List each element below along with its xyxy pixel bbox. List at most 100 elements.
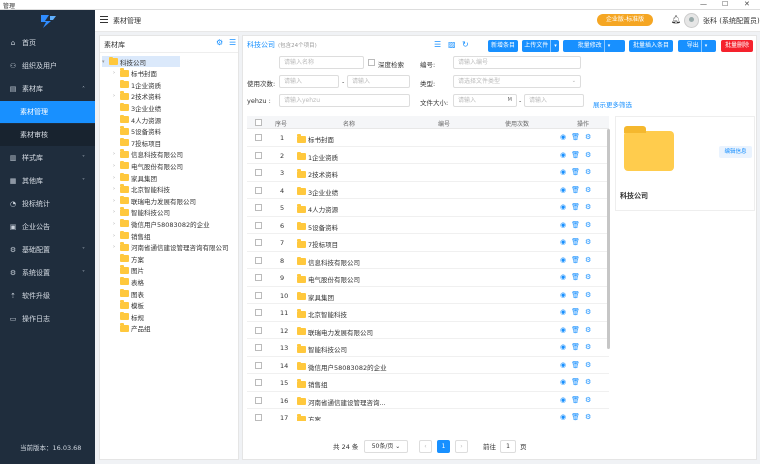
delete-icon[interactable]: 🗑︎ bbox=[571, 413, 580, 421]
table-row[interactable]: 5 4人力资源 ◉ 🗑︎ ⚙ bbox=[247, 199, 609, 217]
sidebar-item-8[interactable]: ▣ 企业公告 bbox=[0, 216, 95, 238]
view-icon[interactable]: ◉ bbox=[560, 396, 566, 404]
row-checkbox[interactable] bbox=[255, 344, 262, 351]
view-icon[interactable]: ◉ bbox=[560, 378, 566, 386]
usage-min-input[interactable]: 请输入 bbox=[279, 75, 339, 88]
row-name[interactable]: 标书封面 bbox=[297, 134, 334, 144]
list-view-icon[interactable]: ☰ bbox=[434, 40, 441, 49]
gear-icon[interactable]: ⚙ bbox=[216, 38, 223, 47]
maximize-icon[interactable]: ☐ bbox=[722, 0, 728, 8]
code-input[interactable]: 请输入编号 bbox=[453, 56, 581, 69]
sidebar-subitem-4[interactable]: 素材审核 bbox=[0, 124, 95, 146]
caret-right-icon[interactable]: › bbox=[113, 209, 120, 215]
settings-icon[interactable]: ⚙ bbox=[585, 168, 591, 176]
view-icon[interactable]: ◉ bbox=[560, 203, 566, 211]
delete-icon[interactable]: 🗑︎ bbox=[571, 238, 580, 246]
sidebar-item-0[interactable]: ⌂ 首页 bbox=[0, 32, 95, 54]
tree-node[interactable]: 产品组 bbox=[113, 323, 235, 334]
minimize-icon[interactable]: — bbox=[700, 0, 707, 8]
table-row[interactable]: 2 1企业资质 ◉ 🗑︎ ⚙ bbox=[247, 147, 609, 164]
caret-down-icon[interactable]: ▾ bbox=[550, 40, 557, 52]
caret-right-icon[interactable]: › bbox=[113, 93, 120, 99]
delete-icon[interactable]: 🗑︎ bbox=[571, 273, 580, 281]
caret-right-icon[interactable]: › bbox=[113, 175, 120, 181]
table-row[interactable]: 8 信息科技有限公司 ◉ 🗑︎ ⚙ bbox=[247, 252, 609, 269]
caret-right-icon[interactable]: › bbox=[113, 70, 120, 76]
settings-icon[interactable]: ⚙ bbox=[585, 256, 591, 264]
delete-icon[interactable]: 🗑︎ bbox=[571, 361, 580, 369]
row-checkbox[interactable] bbox=[255, 239, 262, 246]
tree-node[interactable]: 表格 bbox=[113, 276, 235, 287]
caret-right-icon[interactable]: › bbox=[113, 221, 120, 227]
tree-node[interactable]: 方案 bbox=[113, 253, 235, 264]
settings-icon[interactable]: ⚙ bbox=[585, 238, 591, 246]
settings-icon[interactable]: ⚙ bbox=[585, 343, 591, 351]
page-1-button[interactable]: 1 bbox=[437, 440, 450, 453]
row-checkbox[interactable] bbox=[255, 151, 262, 159]
settings-icon[interactable]: ⚙ bbox=[585, 396, 591, 404]
view-icon[interactable]: ◉ bbox=[560, 133, 566, 141]
sidebar-item-9[interactable]: ⚙ 基础配置 ˅ bbox=[0, 239, 95, 261]
tree-node[interactable]: 4人力资源 bbox=[113, 114, 235, 125]
row-name[interactable]: 河南省通信建设管理咨询... bbox=[297, 396, 386, 407]
refresh-icon[interactable]: ↻ bbox=[462, 40, 469, 49]
tree-node[interactable]: › 销售组 bbox=[113, 230, 235, 241]
row-name[interactable]: 方案 bbox=[297, 414, 321, 421]
toolbar-button-2[interactable]: 批量修改 ▾ bbox=[563, 40, 625, 52]
image-view-icon[interactable]: ▨ bbox=[448, 40, 456, 49]
table-row[interactable]: 10 家具集团 ◉ 🗑︎ ⚙ bbox=[247, 287, 609, 304]
row-checkbox[interactable] bbox=[255, 309, 262, 316]
caret-down-icon[interactable]: ▾ bbox=[700, 40, 707, 52]
delete-icon[interactable]: 🗑︎ bbox=[571, 186, 580, 194]
settings-icon[interactable]: ⚙ bbox=[585, 133, 591, 141]
settings-icon[interactable]: ⚙ bbox=[585, 151, 591, 159]
table-row[interactable]: 4 3企业业绩 ◉ 🗑︎ ⚙ bbox=[247, 182, 609, 199]
row-checkbox[interactable] bbox=[255, 134, 262, 141]
tree-node[interactable]: › 标书封面 bbox=[113, 68, 235, 79]
tree-node[interactable]: 7投标项目 bbox=[113, 137, 235, 148]
tree-node[interactable]: › 信息科技有限公司 bbox=[113, 149, 235, 160]
settings-icon[interactable]: ⚙ bbox=[585, 221, 591, 229]
settings-icon[interactable]: ⚙ bbox=[585, 326, 591, 334]
view-icon[interactable]: ◉ bbox=[560, 343, 566, 351]
file-type-select[interactable]: 请选择文件类型 ⌄ bbox=[453, 75, 581, 88]
sidebar-item-1[interactable]: ⚇ 组织及用户 bbox=[0, 55, 95, 77]
row-name[interactable]: 1企业资质 bbox=[297, 151, 338, 162]
sidebar-item-10[interactable]: ⚙ 系统设置 ˅ bbox=[0, 262, 95, 284]
tree-node[interactable]: 5设备资料 bbox=[113, 126, 235, 137]
caret-right-icon[interactable]: › bbox=[113, 198, 120, 204]
row-name[interactable]: 信息科技有限公司 bbox=[297, 256, 360, 267]
view-icon[interactable]: ◉ bbox=[560, 273, 566, 281]
sidebar-subitem-3[interactable]: 素材管理 bbox=[0, 101, 95, 123]
tree-node[interactable]: 图表 bbox=[113, 288, 235, 299]
row-name[interactable]: 家具集团 bbox=[297, 291, 334, 302]
settings-icon[interactable]: ⚙ bbox=[585, 378, 591, 386]
toolbar-button-0[interactable]: 新增条目 bbox=[488, 40, 518, 52]
table-scrollbar[interactable] bbox=[607, 129, 610, 349]
row-checkbox[interactable] bbox=[255, 361, 262, 369]
settings-icon[interactable]: ⚙ bbox=[585, 361, 591, 369]
row-checkbox[interactable] bbox=[255, 221, 262, 229]
row-name[interactable]: 联瑞电力发展有限公司 bbox=[297, 326, 373, 337]
delete-icon[interactable]: 🗑︎ bbox=[571, 343, 580, 351]
close-icon[interactable]: ✕ bbox=[744, 0, 750, 8]
view-icon[interactable]: ◉ bbox=[560, 168, 566, 176]
menu-toggle-icon[interactable] bbox=[100, 16, 108, 23]
row-name[interactable]: 销售组 bbox=[297, 379, 328, 389]
caret-right-icon[interactable]: › bbox=[113, 233, 120, 239]
tree-node[interactable]: › 河南省通信建设管理咨询有限公司 bbox=[113, 242, 235, 253]
view-icon[interactable]: ◉ bbox=[560, 413, 566, 421]
list-icon[interactable]: ☰ bbox=[229, 38, 236, 47]
delete-icon[interactable]: 🗑︎ bbox=[571, 168, 580, 176]
view-icon[interactable]: ◉ bbox=[560, 221, 566, 229]
tree-node[interactable]: 标规 bbox=[113, 311, 235, 322]
name-search-input[interactable]: 请输入名称 bbox=[279, 56, 364, 69]
view-icon[interactable]: ◉ bbox=[560, 291, 566, 299]
goto-page-input[interactable]: 1 bbox=[500, 440, 516, 453]
bell-icon[interactable]: 🔔︎ bbox=[671, 15, 681, 24]
toolbar-button-5[interactable]: 批量删除 bbox=[721, 40, 753, 52]
row-checkbox[interactable] bbox=[255, 291, 262, 299]
row-checkbox[interactable] bbox=[255, 186, 262, 194]
row-checkbox[interactable] bbox=[255, 379, 262, 386]
row-checkbox[interactable] bbox=[255, 414, 262, 421]
